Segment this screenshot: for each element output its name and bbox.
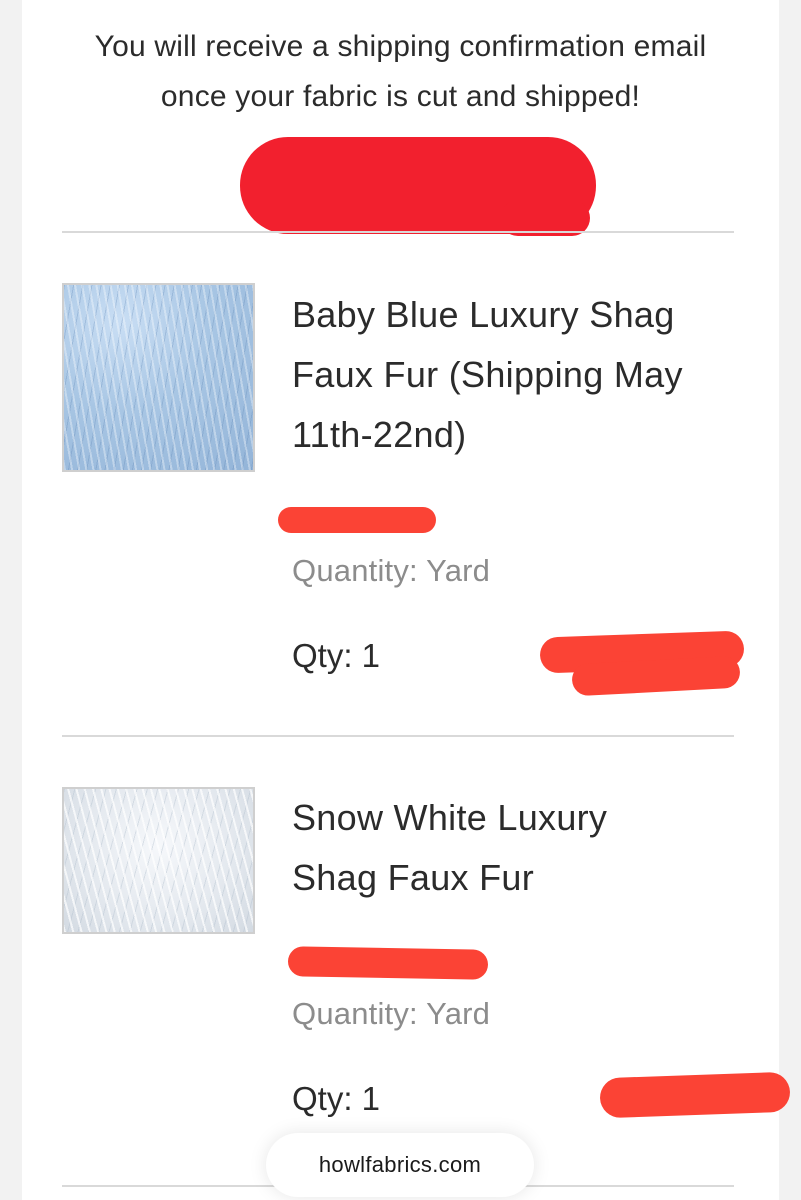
snow-white-fur-swatch-image[interactable]: [62, 787, 255, 934]
item-quantity: Qty: 1: [292, 1080, 381, 1117]
redacted-price: [278, 507, 436, 533]
redacted-line-total: [599, 1071, 791, 1119]
item-title-line: Shag Faux Fur: [292, 857, 535, 898]
item-title-line: Faux Fur (Shipping May: [292, 354, 683, 395]
shipping-notice-line-2: once your fabric is cut and shipped!: [160, 80, 641, 113]
item-title-line: 11th-22nd): [292, 414, 467, 455]
divider: [62, 735, 734, 737]
shipping-notice: You will receive a shipping confirmation…: [22, 22, 779, 122]
item-variant: Quantity: Yard: [292, 996, 491, 1031]
divider: [62, 231, 734, 233]
item-title-line: Snow White Luxury: [292, 797, 608, 838]
baby-blue-fur-swatch-image[interactable]: [62, 283, 255, 472]
item-title-line: Baby Blue Luxury Shag: [292, 294, 675, 335]
shipping-notice-line-1: You will receive a shipping confirmation…: [94, 30, 707, 63]
item-variant: Quantity: Yard: [292, 553, 491, 588]
item-title[interactable]: Baby Blue Luxury Shag Faux Fur (Shipping…: [292, 285, 742, 465]
url-bar[interactable]: howlfabrics.com: [266, 1133, 534, 1197]
item-quantity: Qty: 1: [292, 637, 381, 674]
item-title[interactable]: Snow White Luxury Shag Faux Fur: [292, 788, 742, 908]
redacted-price: [287, 946, 489, 980]
domain-label: howlfabrics.com: [318, 1152, 482, 1177]
